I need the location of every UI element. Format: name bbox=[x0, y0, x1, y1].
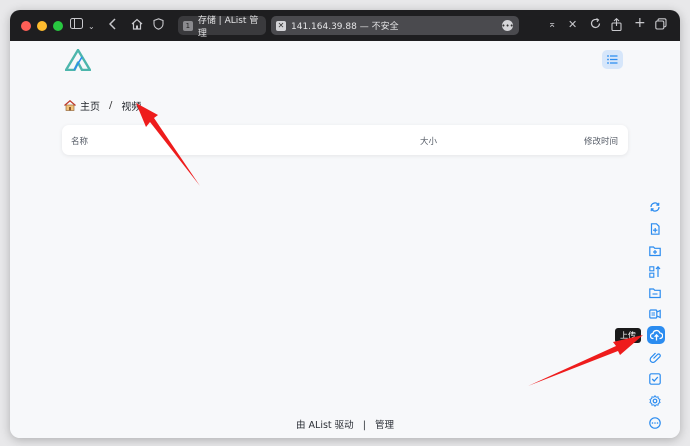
local-folder-icon bbox=[649, 288, 661, 299]
menu-toggle-button[interactable] bbox=[602, 50, 623, 69]
maximize-window-button[interactable] bbox=[53, 20, 63, 31]
breadcrumb-current[interactable]: 视频 bbox=[121, 98, 141, 113]
new-file-icon bbox=[650, 223, 660, 235]
chevron-down-icon[interactable]: ⌄ bbox=[88, 20, 95, 34]
new-file-button[interactable] bbox=[648, 222, 662, 236]
close-x-icon[interactable]: ✕ bbox=[568, 18, 577, 32]
reload-icon[interactable] bbox=[590, 18, 601, 32]
more-icon[interactable]: ••• bbox=[501, 20, 514, 31]
share-icon[interactable] bbox=[611, 17, 622, 34]
shield-icon[interactable] bbox=[153, 18, 164, 33]
footer-manage-link[interactable]: 管理 bbox=[375, 420, 394, 431]
footer-divider: | bbox=[362, 420, 366, 431]
close-tab-icon[interactable]: ✕ bbox=[276, 20, 286, 31]
new-folder-icon bbox=[649, 246, 661, 257]
new-folder-button[interactable] bbox=[648, 244, 662, 258]
footer-powered-by[interactable]: 由 AList 驱动 bbox=[296, 420, 354, 431]
refresh-icon bbox=[650, 202, 660, 212]
browser-window: ⌄ 1 存储 | AList 管理 ✕ 141.164.39.88 — 不安全 … bbox=[10, 10, 680, 438]
tab-badge: 1 bbox=[183, 20, 193, 31]
sort-button[interactable] bbox=[648, 265, 662, 279]
browser-tab-storage[interactable]: 1 存储 | AList 管理 bbox=[178, 16, 266, 39]
link-icon bbox=[649, 352, 661, 363]
sidebar-toggle-icon[interactable] bbox=[70, 18, 83, 32]
browser-titlebar: ⌄ 1 存储 | AList 管理 ✕ 141.164.39.88 — 不安全 … bbox=[10, 10, 680, 41]
column-name[interactable]: 名称 bbox=[71, 135, 88, 147]
breadcrumb-home-link[interactable]: 主页 bbox=[80, 98, 100, 113]
settings-icon bbox=[649, 395, 661, 407]
close-window-button[interactable] bbox=[21, 20, 31, 31]
sort-icon bbox=[649, 266, 661, 278]
refresh-button[interactable] bbox=[648, 200, 662, 214]
offline-download-button[interactable] bbox=[648, 307, 662, 321]
select-icon bbox=[649, 373, 661, 385]
browser-tab-active[interactable]: ✕ 141.164.39.88 — 不安全 ••• bbox=[271, 16, 519, 35]
minimize-window-button[interactable] bbox=[37, 20, 47, 31]
house-icon bbox=[64, 100, 76, 111]
upload-tooltip: 上传 bbox=[615, 328, 641, 343]
home-icon[interactable] bbox=[131, 18, 143, 33]
alist-logo[interactable] bbox=[64, 48, 92, 72]
footer: 由 AList 驱动 | 管理 bbox=[10, 417, 680, 431]
page-content: 主页 / 视频 名称 大小 修改时间 上传 由 AList 驱动 | 管理 bbox=[10, 41, 680, 438]
upload-button[interactable] bbox=[647, 326, 665, 344]
breadcrumb-separator: / bbox=[109, 100, 113, 111]
breadcrumb: 主页 / 视频 bbox=[64, 98, 141, 113]
traffic-lights bbox=[21, 20, 63, 31]
address-text: 141.164.39.88 — 不安全 bbox=[291, 22, 399, 32]
tab-overview-icon[interactable] bbox=[655, 18, 667, 33]
list-icon bbox=[607, 55, 618, 64]
column-modified[interactable]: 修改时间 bbox=[584, 135, 618, 147]
back-icon[interactable] bbox=[108, 18, 117, 33]
new-tab-icon[interactable]: + bbox=[634, 16, 646, 30]
share-extension-icon[interactable]: ⌅ bbox=[548, 18, 556, 32]
settings-button[interactable] bbox=[648, 394, 662, 408]
link-button[interactable] bbox=[648, 350, 662, 364]
file-list-header: 名称 大小 修改时间 bbox=[62, 125, 628, 155]
local-folder-button[interactable] bbox=[648, 286, 662, 300]
tab-title: 存储 | AList 管理 bbox=[197, 15, 259, 39]
select-button[interactable] bbox=[648, 372, 662, 386]
offline-download-icon bbox=[649, 309, 661, 319]
upload-icon bbox=[649, 329, 663, 341]
column-size[interactable]: 大小 bbox=[420, 135, 437, 147]
